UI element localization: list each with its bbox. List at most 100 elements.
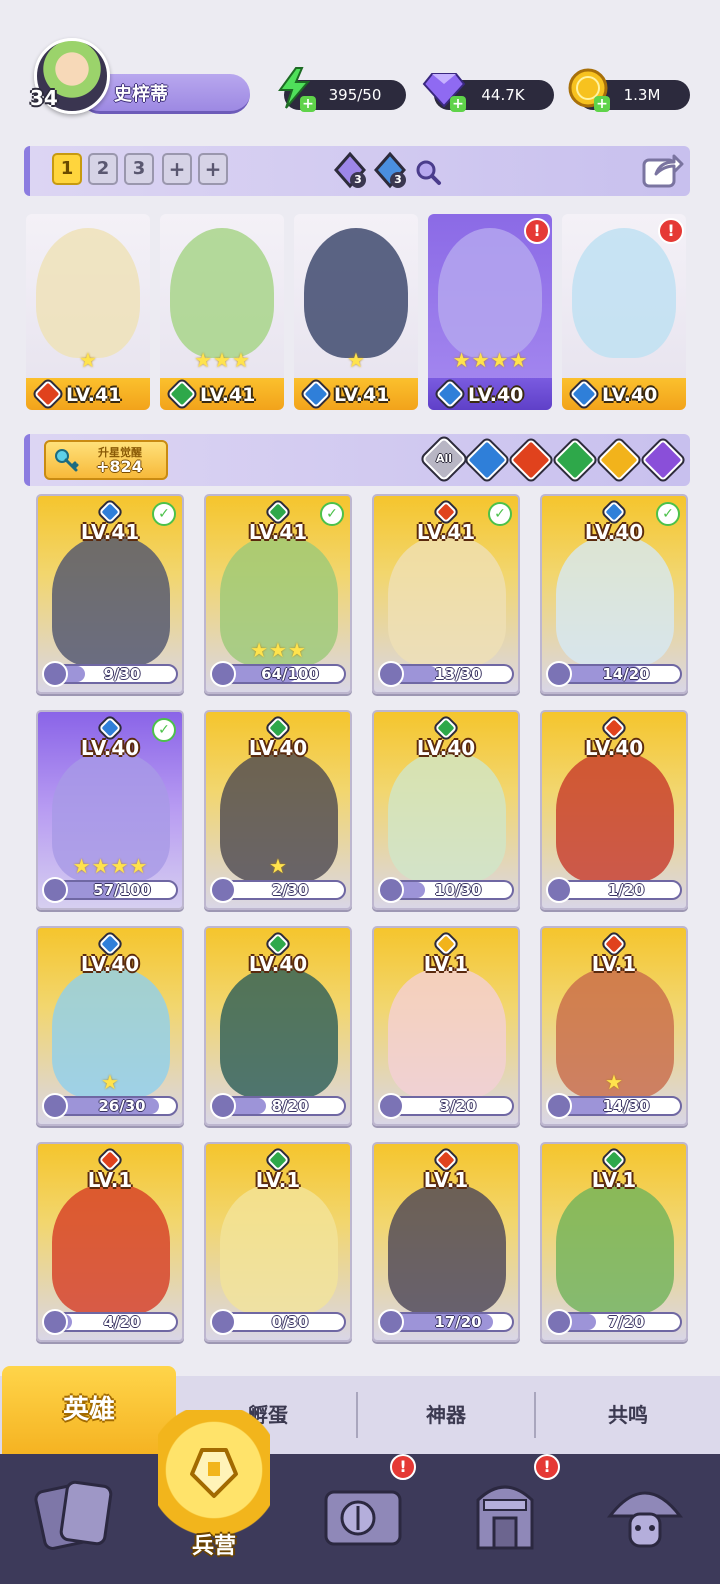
star-icon: ★ [101, 1070, 119, 1094]
hero-level: LV.41 [334, 384, 390, 406]
deployed-hero-card[interactable]: ★ LV.41 [294, 214, 418, 410]
shard-icon [378, 1093, 404, 1119]
hero-card[interactable]: LV.40 8/20 [204, 926, 352, 1126]
hero-card[interactable]: LV.1 0/30 [204, 1142, 352, 1342]
hero-card[interactable]: LV.1 4/20 [36, 1142, 184, 1342]
shard-count: 14/20 [602, 665, 650, 683]
hero-level: LV.40 [416, 736, 476, 760]
shard-icon [378, 1309, 404, 1335]
hero-level: LV.41 [200, 384, 256, 406]
energy-value: 395/50 [328, 86, 382, 104]
shard-progress-bar: 14/20 [546, 661, 682, 687]
hero-level: LV.1 [591, 1168, 637, 1192]
shrine-icon[interactable] [460, 1470, 550, 1560]
shard-progress-bar: 64/100 [210, 661, 346, 687]
hero-card[interactable]: LV.41 ✓ 9/30 [36, 494, 184, 694]
hero-portrait [388, 1184, 506, 1314]
hero-portrait [556, 536, 674, 666]
star-row: ★ [294, 348, 418, 372]
shard-count: 64/100 [261, 665, 319, 683]
gold-counter[interactable]: + 1.3M [568, 68, 690, 112]
star-icon: ★ [509, 348, 528, 372]
hero-card[interactable]: LV.1 3/20 [372, 926, 520, 1126]
shard-progress-bar: 13/30 [378, 661, 514, 687]
barracks-icon [190, 1448, 238, 1498]
shard-count: 9/30 [103, 665, 141, 683]
add-gold-icon[interactable]: + [594, 96, 610, 112]
gem-counter[interactable]: + 44.7K [422, 73, 554, 112]
tab-artifacts[interactable]: 神器 [358, 1376, 534, 1454]
team-tab-2[interactable]: 2 [88, 153, 118, 185]
share-icon[interactable] [640, 150, 684, 190]
hero-card[interactable]: LV.41 ✓ 13/30 [372, 494, 520, 694]
shard-count: 2/30 [271, 881, 309, 899]
add-team-button[interactable]: + [162, 153, 192, 185]
shard-progress-bar: 3/20 [378, 1093, 514, 1119]
hero-card[interactable]: LV.40 1/20 [540, 710, 688, 910]
shard-progress-bar: 26/30 [42, 1093, 178, 1119]
hero-portrait [52, 1184, 170, 1314]
star-icon: ★ [605, 1070, 623, 1094]
shard-icon [378, 661, 404, 687]
filter-all-label: All [435, 452, 453, 465]
hero-portrait [304, 228, 408, 358]
player-name: 史梓蒂 [114, 84, 168, 105]
star-icon: ★ [129, 854, 148, 878]
shard-icon [546, 661, 572, 687]
hero-level: LV.40 [80, 952, 140, 976]
deployed-hero-card[interactable]: ★ ★ ★ LV.41 [160, 214, 284, 410]
shard-icon [210, 1309, 236, 1335]
check-icon: ✓ [152, 502, 176, 526]
add-gem-icon[interactable]: + [450, 96, 466, 112]
hero-portrait [438, 228, 542, 358]
shard-icon [210, 1093, 236, 1119]
star-icon: ★ [250, 638, 269, 662]
energy-counter[interactable]: + 395/50 [278, 67, 406, 112]
shard-progress-bar: 4/20 [42, 1309, 178, 1335]
crystal-count: 3 [390, 172, 406, 188]
hero-card[interactable]: LV.40 ✓ ★ ★ ★ ★ 57/100 [36, 710, 184, 910]
star-icon: ★ [490, 348, 509, 372]
team-tab-3[interactable]: 3 [124, 153, 154, 185]
shard-count: 13/30 [434, 665, 482, 683]
star-icon: ★ [91, 854, 110, 878]
add-energy-icon[interactable]: + [300, 96, 316, 112]
hero-card[interactable]: LV.40 ★ 2/30 [204, 710, 352, 910]
hero-portrait [220, 1184, 338, 1314]
tab-heroes[interactable]: 英雄 [2, 1366, 176, 1454]
shard-count: 4/20 [103, 1313, 141, 1331]
hero-card[interactable]: LV.40 ★ 26/30 [36, 926, 184, 1126]
star-icon: ★ [452, 348, 471, 372]
cards-icon[interactable] [30, 1470, 120, 1560]
hero-card[interactable]: LV.1 7/20 [540, 1142, 688, 1342]
star-icon: ★ [194, 348, 213, 372]
hero-level: LV.40 [584, 736, 644, 760]
hero-portrait [556, 752, 674, 882]
team-tab-1[interactable]: 1 [52, 153, 82, 185]
hero-card[interactable]: LV.41 ✓ ★ ★ ★ 64/100 [204, 494, 352, 694]
star-awaken-button[interactable]: 升星觉醒 +824 [44, 440, 168, 480]
hero-portrait [170, 228, 274, 358]
tab-resonance[interactable]: 共鸣 [536, 1376, 720, 1454]
magnify-icon[interactable] [414, 158, 442, 186]
hero-level: LV.1 [87, 1168, 133, 1192]
add-team-button[interactable]: + [198, 153, 228, 185]
book-icon[interactable] [318, 1470, 408, 1560]
hero-card[interactable]: LV.40 ✓ 14/20 [540, 494, 688, 694]
mushroom-icon[interactable] [600, 1470, 690, 1560]
shard-icon [546, 877, 572, 903]
hero-card[interactable]: LV.1 17/20 [372, 1142, 520, 1342]
hero-card[interactable]: LV.1 ★ 14/30 [540, 926, 688, 1126]
gem-value: 44.7K [481, 86, 525, 104]
hero-portrait [572, 228, 676, 358]
shard-progress-bar: 14/30 [546, 1093, 682, 1119]
star-icon: ★ [110, 854, 129, 878]
hero-level: LV.1 [423, 952, 469, 976]
shard-count: 14/30 [602, 1097, 650, 1115]
shard-count: 3/20 [439, 1097, 477, 1115]
shard-count: 1/20 [607, 881, 645, 899]
hero-card[interactable]: LV.40 10/30 [372, 710, 520, 910]
star-icon: ★ [72, 854, 91, 878]
shard-count: 8/20 [271, 1097, 309, 1115]
deployed-hero-card[interactable]: ★ LV.41 [26, 214, 150, 410]
